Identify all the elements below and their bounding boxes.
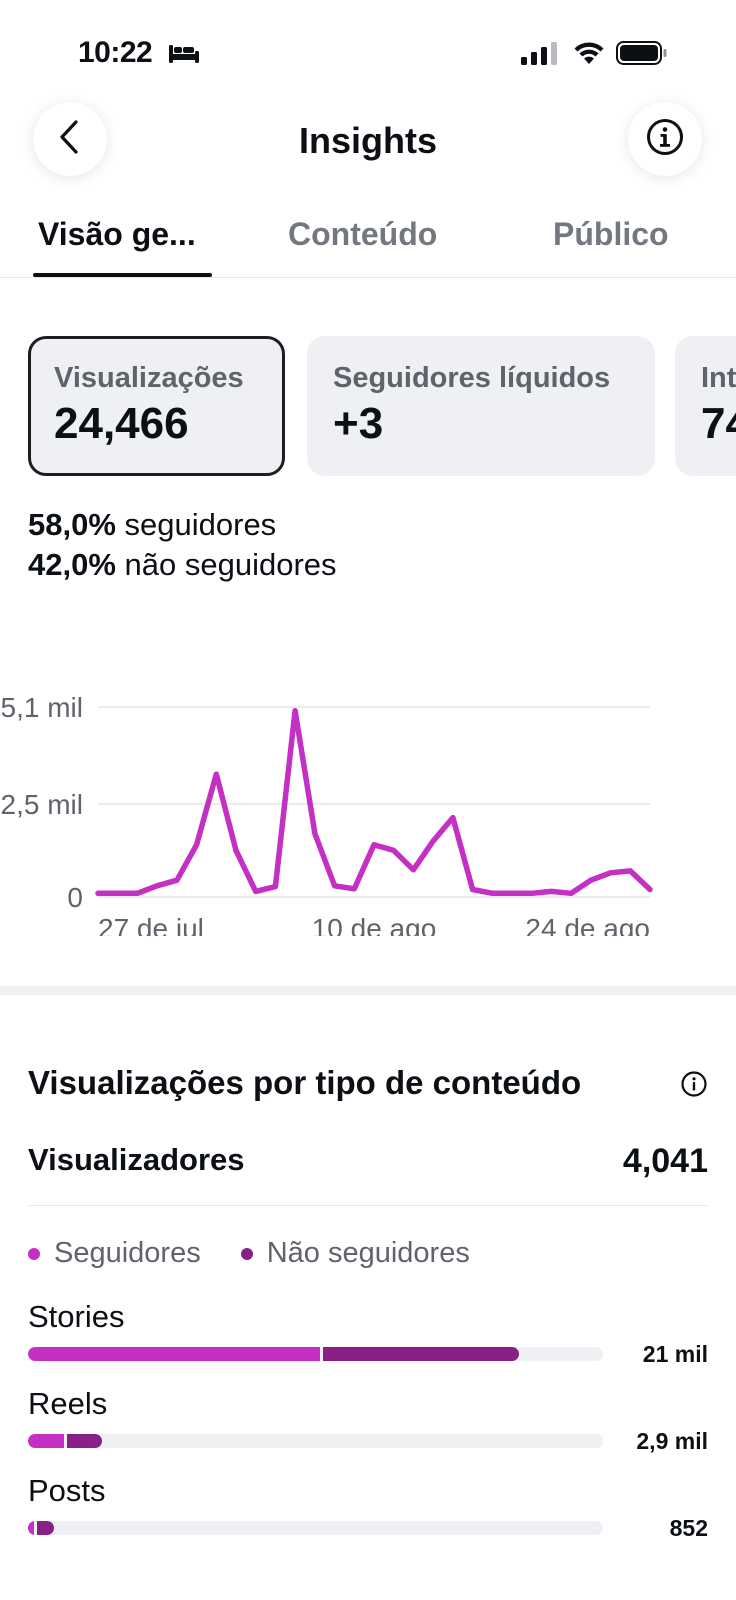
metric-label: Seguidores líquidos [333,362,611,394]
content-row-posts[interactable]: Posts 852 [28,1473,708,1553]
content-row-stories[interactable]: Stories 21 mil [28,1299,708,1379]
chart-svg: 5,1 mil 2,5 mil 0 27 de jul 10 de ago 24 de a… [1,692,653,944]
bar-track [28,1434,603,1448]
section-divider [0,986,736,995]
status-time: 10:22 [78,36,153,69]
bar-segment-followers [28,1521,34,1535]
status-bar: 10:22 [0,0,736,100]
audience-split: 58,0% seguidores 42,0% não seguidores [28,505,337,585]
wifi-icon [572,40,606,71]
views-line-chart: 5,1 mil 2,5 mil 0 27 de jul 10 de ago 24 de a… [0,676,736,944]
content-row-reels[interactable]: Reels 2,9 mil [28,1386,708,1466]
cellular-signal-icon [521,42,559,71]
info-button[interactable] [628,102,702,176]
non-followers-share: 42,0% não seguidores [28,545,337,585]
x-tick-label: 10 de ago [312,913,437,936]
metric-value: 74 [701,399,736,448]
y-tick-label: 5,1 mil [1,692,83,723]
non-followers-percent: 42,0% [28,547,116,582]
non-followers-share-label: não seguidores [124,547,337,582]
bar-track [28,1521,603,1535]
section-title: Visualizações por tipo de conteúdo [28,1064,582,1101]
legend: Seguidores Não seguidores [28,1237,470,1270]
series-line [95,707,653,897]
metric-value: 24,466 [54,399,189,448]
bar-track [28,1347,603,1361]
content-row-value: 852 [669,1515,708,1541]
legend-item-non-followers: Não seguidores [240,1237,470,1270]
x-tick-label: 24 de ago [525,913,650,936]
bar-segment-non-followers [323,1347,519,1361]
content-row-label: Reels [28,1386,108,1421]
header: Insights [0,100,736,200]
battery-icon [616,41,668,70]
tab-bar: Visão ge... Conteúdo Público [0,200,736,278]
metric-card-interactions[interactable]: Int 74 [675,336,736,476]
legend-label: Não seguidores [266,1237,470,1269]
followers-share: 58,0% seguidores [28,505,337,545]
y-tick-label: 0 [67,882,83,913]
content-row-value: 2,9 mil [636,1428,708,1454]
metric-card-views[interactable]: Visualizações 24,466 [28,336,285,476]
viewers-row: Visualizadores 4,041 [28,1142,708,1180]
divider [28,1205,708,1206]
bed-icon [168,42,200,69]
followers-share-label: seguidores [124,507,277,542]
bar-segment-followers [28,1434,65,1448]
bar-segment-non-followers [36,1521,54,1535]
metric-card-net-followers[interactable]: Seguidores líquidos +3 [307,336,655,476]
legend-item-followers: Seguidores [28,1237,201,1270]
viewers-label: Visualizadores [28,1142,245,1177]
viewers-value: 4,041 [622,1142,708,1180]
active-tab-indicator [33,273,212,277]
metric-value: +3 [333,399,384,448]
info-icon[interactable] [681,1071,707,1102]
y-tick-label: 2,5 mil [1,789,83,820]
followers-percent: 58,0% [28,507,116,542]
legend-label: Seguidores [54,1237,201,1269]
content-row-label: Posts [28,1473,106,1508]
tab-content[interactable]: Conteúdo [288,216,437,253]
page-title: Insights [298,120,437,161]
metric-label: Int [701,362,736,394]
legend-dot-icon [28,1247,40,1260]
x-tick-label: 27 de jul [98,913,204,936]
metric-label: Visualizações [54,362,244,394]
content-row-label: Stories [28,1299,125,1334]
content-row-value: 21 mil [642,1341,708,1367]
bar-segment-non-followers [67,1434,102,1448]
legend-dot-icon [240,1247,253,1260]
bar-segment-followers [28,1347,321,1361]
metric-cards: Visualizações 24,466 Seguidores líquidos… [0,336,736,478]
tab-overview[interactable]: Visão ge... [38,216,196,253]
tab-audience[interactable]: Público [553,216,669,253]
info-icon [646,118,684,161]
